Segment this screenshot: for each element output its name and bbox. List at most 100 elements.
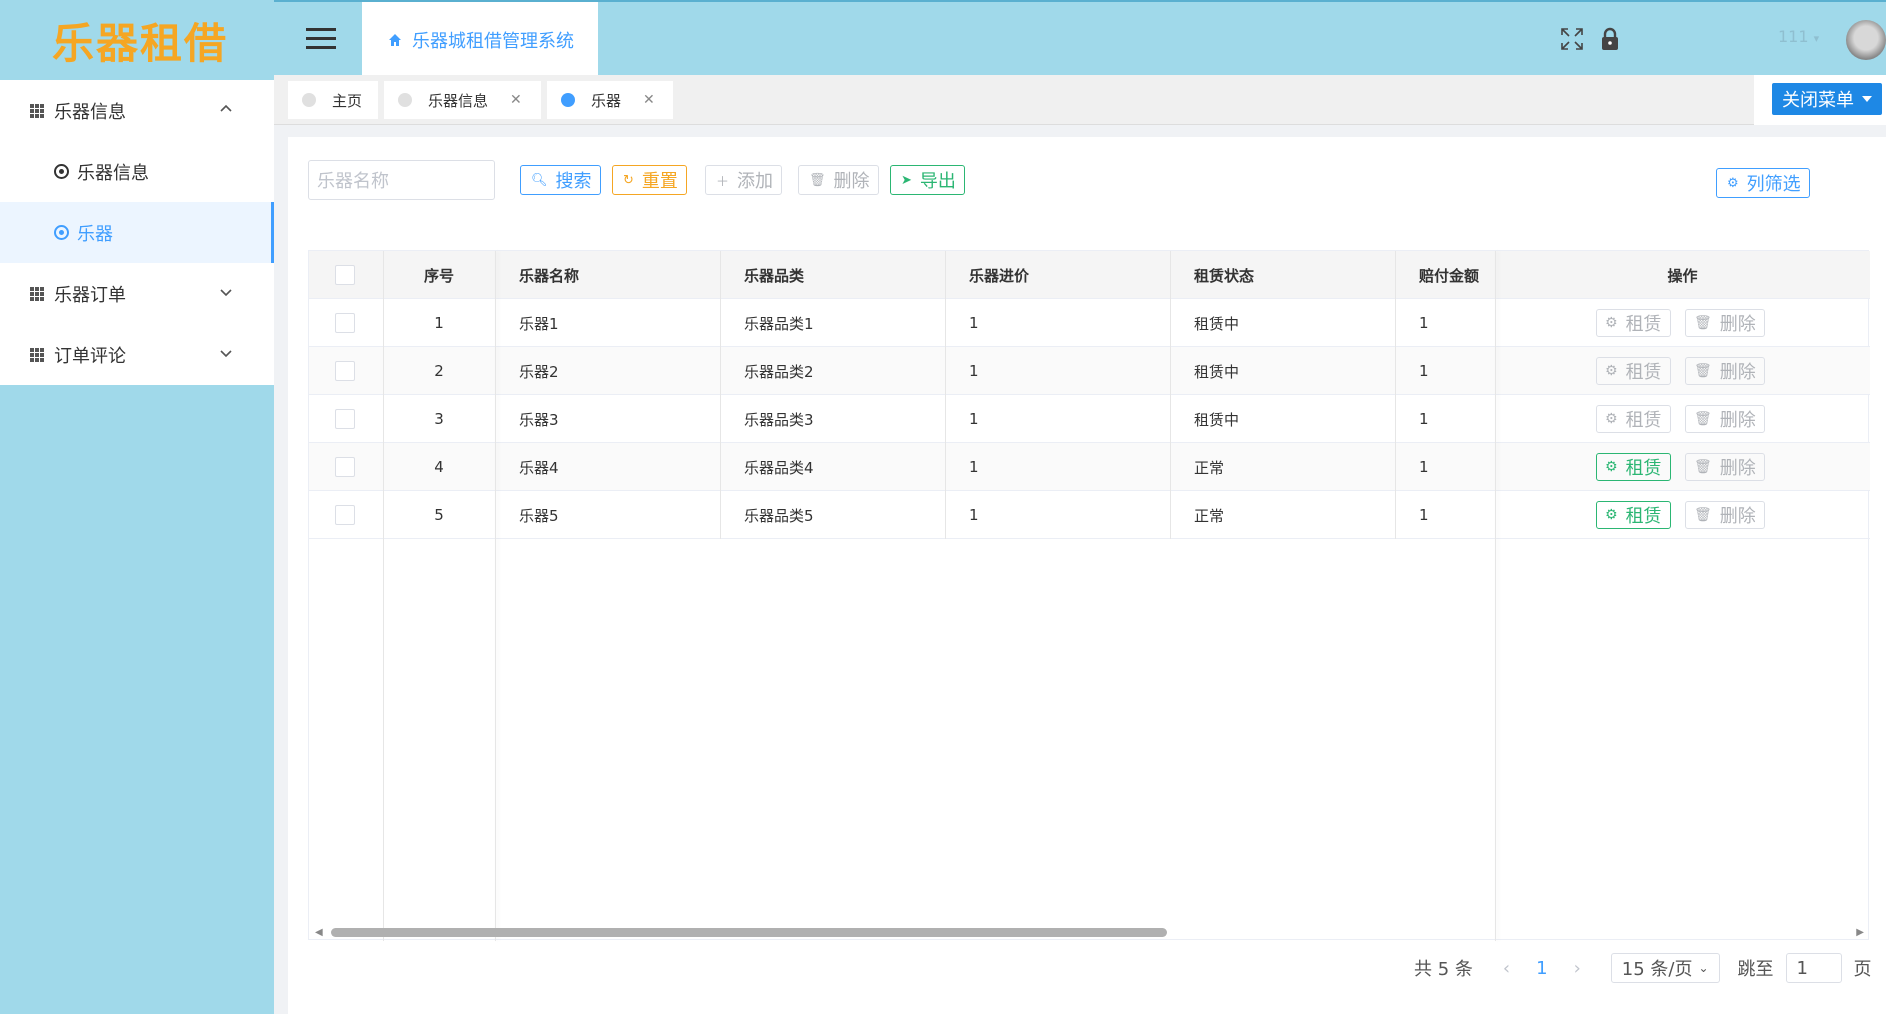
main-tab[interactable]: 乐器城租借管理系统 [362, 2, 598, 77]
rent-label: 租赁 [1625, 458, 1662, 479]
row-checkbox[interactable] [335, 409, 355, 429]
row-checkbox[interactable] [335, 313, 355, 333]
reset-button[interactable]: ↻ 重置 [612, 165, 687, 195]
sidebar-group-instrument-orders[interactable]: 乐器订单 [0, 263, 274, 324]
search-icon: 🔍︎ [531, 172, 548, 188]
rent-button[interactable]: ⚙ 租赁 [1596, 357, 1671, 385]
delete-label: 删除 [1719, 458, 1756, 479]
rent-button[interactable]: ⚙ 租赁 [1596, 405, 1671, 433]
scroll-right-icon[interactable]: ▶ [1856, 927, 1864, 938]
export-button[interactable]: ➤ 导出 [890, 165, 965, 195]
close-icon[interactable]: ✕ [510, 92, 522, 108]
scrollbar-thumb[interactable] [331, 928, 1167, 937]
column-divider [1395, 251, 1396, 539]
jump-page-input[interactable]: 1 [1785, 953, 1842, 983]
sidebar-item-instrument[interactable]: 乐器 [0, 202, 274, 263]
cell-no: 4 [434, 458, 444, 476]
cell-price: 1 [969, 410, 979, 428]
add-button[interactable]: ＋ 添加 [705, 165, 783, 195]
cell-status: 租赁中 [1194, 314, 1240, 333]
column-header-name[interactable]: 乐器名称 [519, 251, 579, 299]
table-row: 5 乐器5 乐器品类5 1 正常 1 ⚙ 租赁 🗑︎ 删除 [309, 491, 1870, 539]
tab-label: 乐器 [591, 91, 622, 110]
trash-icon: 🗑︎ [1694, 411, 1712, 427]
next-page-icon[interactable]: › [1574, 958, 1581, 979]
search-button[interactable]: 🔍︎ 搜索 [520, 165, 601, 195]
column-header-actions: 操作 [1667, 266, 1698, 285]
cell-name: 乐器2 [519, 362, 559, 381]
cell-no: 2 [434, 362, 444, 380]
select-all-checkbox[interactable] [335, 265, 355, 285]
jump-page-value: 1 [1796, 957, 1808, 979]
delete-label: 删除 [1719, 506, 1756, 527]
gear-icon: ⚙ [1605, 363, 1618, 379]
close-menu-button[interactable]: 关闭菜单 [1772, 83, 1882, 115]
row-checkbox[interactable] [335, 361, 355, 381]
prev-page-icon[interactable]: ‹ [1503, 958, 1510, 979]
column-filter-button[interactable]: ⚙ 列筛选 [1716, 168, 1810, 198]
row-delete-button[interactable]: 🗑︎ 删除 [1685, 309, 1765, 337]
row-delete-button[interactable]: 🗑︎ 删除 [1685, 453, 1765, 481]
reset-button-label: 重置 [641, 171, 678, 192]
column-header-price[interactable]: 乐器进价 [969, 251, 1029, 299]
row-checkbox-cell [335, 443, 355, 491]
page-size-select[interactable]: 15 条/页 ⌄ [1610, 953, 1720, 983]
row-delete-button[interactable]: 🗑︎ 删除 [1685, 405, 1765, 433]
cell-compensation: 1 [1419, 506, 1429, 524]
user-dropdown[interactable]: 111 ▾ [1778, 27, 1819, 46]
table-row: 4 乐器4 乐器品类4 1 正常 1 ⚙ 租赁 🗑︎ 删除 [309, 443, 1870, 491]
plus-icon: ＋ [716, 174, 730, 190]
close-menu-area: 关闭菜单 [1754, 75, 1886, 125]
table-header: 序号 乐器名称 乐器品类 乐器进价 租赁状态 赔付金额 操作 [309, 251, 1870, 299]
row-delete-button[interactable]: 🗑︎ 删除 [1685, 501, 1765, 529]
row-checkbox[interactable] [335, 457, 355, 477]
cell-price: 1 [969, 458, 979, 476]
tab-instrument[interactable]: 乐器 ✕ [547, 81, 673, 119]
row-checkbox[interactable] [335, 505, 355, 525]
cell-no: 5 [434, 506, 444, 524]
sidebar-item-instrument-info[interactable]: 乐器信息 [0, 141, 274, 202]
sidebar-group-label: 订单评论 [54, 345, 126, 367]
app-logo: 乐器租借 [52, 18, 229, 68]
column-header-compensation[interactable]: 赔付金额 [1419, 251, 1479, 299]
sidebar: 乐器租借 乐器信息 乐器信息 乐器 乐器订单 订单评论 [0, 0, 274, 1014]
close-icon[interactable]: ✕ [643, 92, 655, 108]
search-input[interactable]: 乐器名称 [308, 160, 495, 200]
table-row: 2 乐器2 乐器品类2 1 租赁中 1 ⚙ 租赁 🗑︎ 删除 [309, 347, 1870, 395]
cell-price: 1 [969, 362, 979, 380]
tab-instrument-info[interactable]: 乐器信息 ✕ [384, 81, 541, 119]
fullscreen-icon[interactable] [1560, 27, 1584, 51]
delete-button-label: 删除 [833, 171, 870, 192]
column-divider [945, 251, 946, 539]
column-header-category[interactable]: 乐器品类 [744, 251, 804, 299]
cell-name: 乐器3 [519, 410, 559, 429]
cell-price: 1 [969, 506, 979, 524]
delete-label: 删除 [1719, 410, 1756, 431]
cell-name: 乐器4 [519, 458, 559, 477]
delete-button[interactable]: 🗑︎ 删除 [798, 165, 879, 195]
tab-dot-icon [398, 93, 412, 107]
header-icons [1560, 27, 1620, 51]
lock-icon[interactable] [1600, 27, 1620, 51]
tab-home[interactable]: 主页 [288, 81, 378, 119]
close-menu-label: 关闭菜单 [1782, 90, 1854, 111]
row-checkbox-cell [335, 347, 355, 395]
pagination: 共 5 条 ‹ 1 › 15 条/页 ⌄ 跳至 1 页 [1414, 953, 1872, 983]
page-number[interactable]: 1 [1536, 958, 1547, 979]
sidebar-group-order-comments[interactable]: 订单评论 [0, 324, 274, 385]
grid-icon [30, 347, 44, 362]
scroll-left-icon[interactable]: ◀ [315, 927, 323, 938]
row-delete-button[interactable]: 🗑︎ 删除 [1685, 357, 1765, 385]
rent-button[interactable]: ⚙ 租赁 [1596, 309, 1671, 337]
sidebar-group-instrument-info[interactable]: 乐器信息 [0, 80, 274, 141]
horizontal-scrollbar[interactable]: ◀ ▶ [315, 926, 1864, 938]
rent-button[interactable]: ⚙ 租赁 [1596, 453, 1671, 481]
menu-toggle-icon[interactable] [306, 28, 336, 50]
sidebar-item-label: 乐器信息 [77, 162, 149, 184]
column-header-no[interactable]: 序号 [383, 251, 495, 299]
tabs-bar: 主页 乐器信息 ✕ 乐器 ✕ 关闭菜单 [274, 75, 1886, 125]
avatar[interactable] [1846, 20, 1886, 60]
column-header-status[interactable]: 租赁状态 [1194, 251, 1254, 299]
rent-button[interactable]: ⚙ 租赁 [1596, 501, 1671, 529]
caret-down-icon [1862, 96, 1872, 102]
